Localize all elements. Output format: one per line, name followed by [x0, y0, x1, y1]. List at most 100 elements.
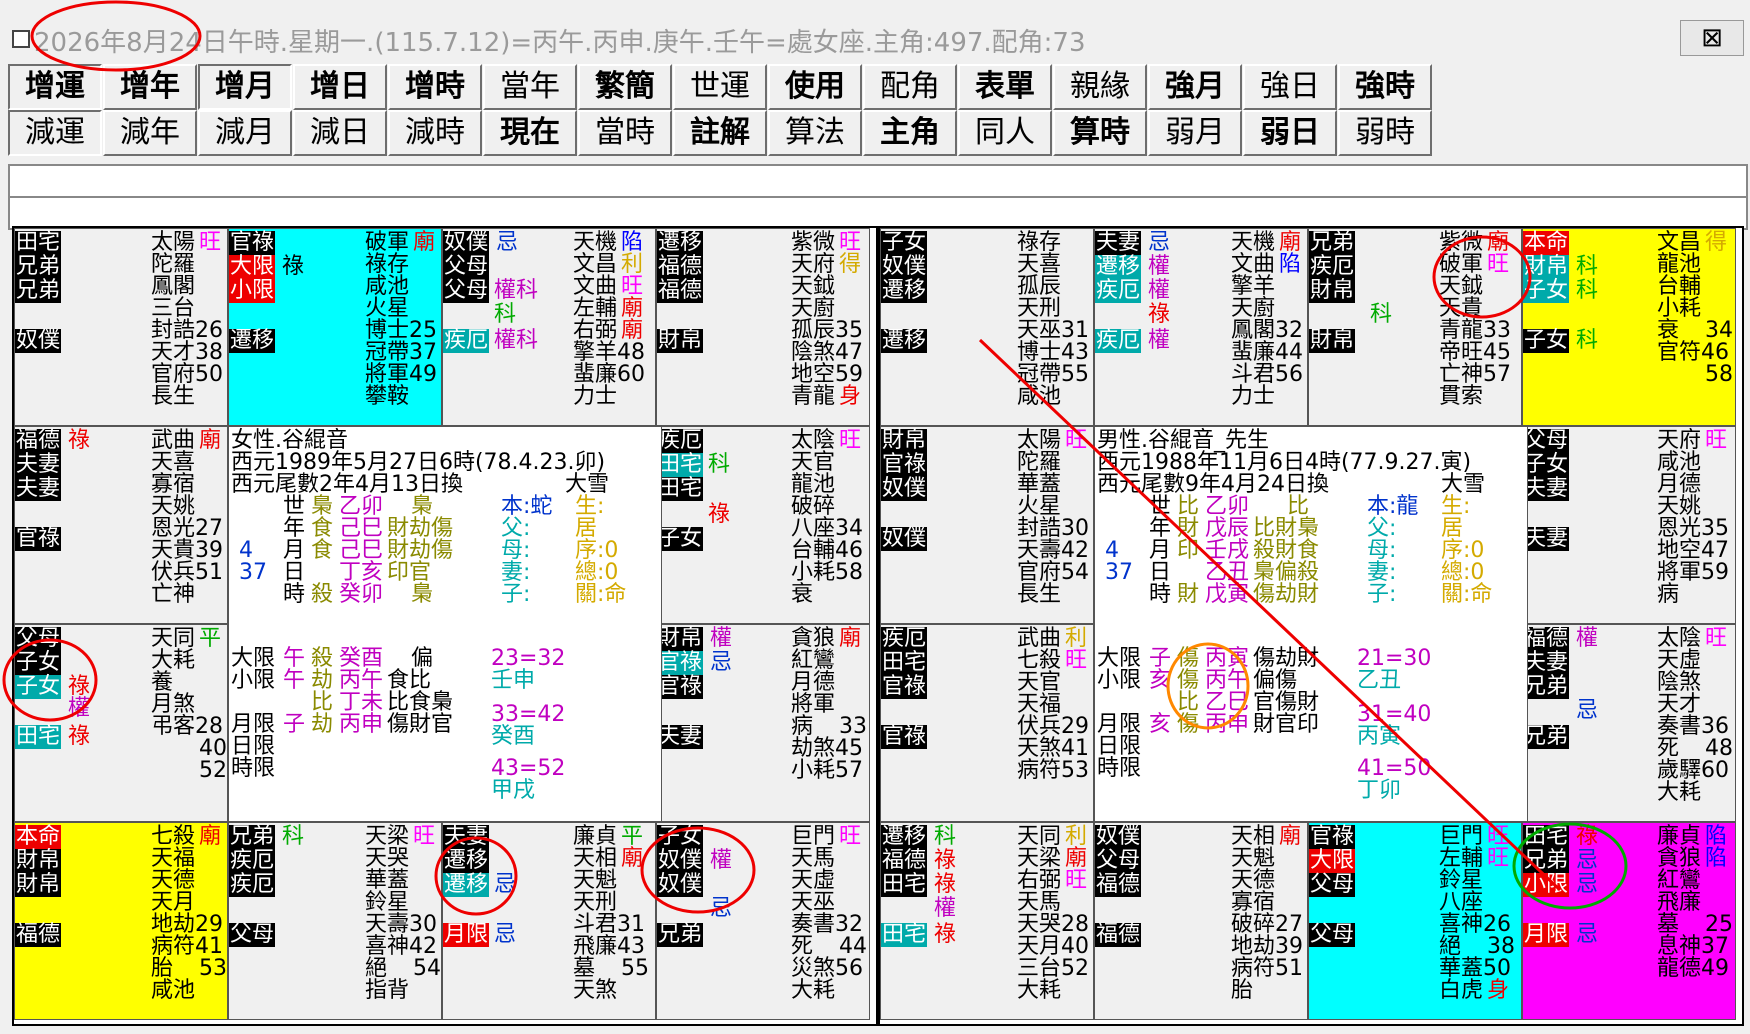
- palace-label: 夫妻: [1523, 526, 1570, 551]
- toolbar-button[interactable]: 算時: [1053, 110, 1147, 156]
- palace-cell[interactable]: 本命 財帛科子女科子女科文昌得龍池 台輔 小耗衰 34 官符46 58: [1522, 228, 1736, 426]
- palace-label: 財帛: [15, 848, 62, 873]
- palace-cell[interactable]: 疾厄 田宅 官祿 官祿 武曲利七殺旺天官 天福 伏兵29 天煞41 病符53: [880, 624, 1094, 822]
- toolbar-button[interactable]: 增年: [103, 64, 197, 110]
- toolbar-button[interactable]: 增月: [198, 64, 292, 110]
- center-text: 時限: [231, 756, 276, 781]
- palace-cell[interactable]: 遷移 福德 福德 財帛 紫微旺天府得天鉞 天廚 孤辰35 陰煞47 地空59 青龍身: [656, 228, 870, 426]
- palace-cell[interactable]: 兄弟 疾厄 財帛科財帛 紫微廟破軍旺天鉞 天貴 青龍33 帝旺45 亡神57 貫索: [1308, 228, 1522, 426]
- palace-cell[interactable]: 本命 財帛 財帛 福德 七殺廟天福 天德 天月 地劫29 病符41 胎 53 咸池: [14, 822, 228, 1020]
- palace-cell[interactable]: 官祿 大限 父母 父母 巨門旺左輔旺鈴星 八座 喜神26 絕 38 華蓋50 白虎身: [1308, 822, 1522, 1020]
- toolbar-button[interactable]: 世運: [673, 64, 767, 110]
- center-text: 午: [283, 668, 306, 693]
- palace-cell[interactable]: 田宅祿兄弟忌小限忌月限忌廉貞陷貪狼陷紅鸞 飛廉墓 25 息神37 龍德49: [1522, 822, 1736, 1020]
- palace-cell[interactable]: 田宅 兄弟 兄弟 奴僕 太陽旺陀羅 鳳閣 三台 封誥26 天才38 官府50 長生: [14, 228, 228, 426]
- toolbar-button[interactable]: 現在: [483, 110, 577, 156]
- toolbar-button[interactable]: 弱時: [1338, 110, 1432, 156]
- toolbar-button[interactable]: 減年: [103, 110, 197, 156]
- toolbar-button[interactable]: 當時: [578, 110, 672, 156]
- toolbar-button[interactable]: 使用: [768, 64, 862, 110]
- palace-label: 官祿: [657, 650, 704, 675]
- toolbar-button[interactable]: 減日: [293, 110, 387, 156]
- star-label: 旺: [1705, 428, 1728, 453]
- star-label: 小耗57: [791, 758, 863, 783]
- palace-cell[interactable]: 福德祿夫妻 夫妻 官祿 武曲廟天喜 寡宿 天姚 恩光27 天貴39 伏兵51 亡神: [14, 426, 228, 624]
- toolbar-button[interactable]: 當年: [483, 64, 577, 110]
- palace-label: 奴僕: [657, 872, 704, 897]
- palace-label: 忌: [710, 896, 733, 921]
- chart-center-info: 女性.谷緄音 西元1989年5月27日6時(78.4.23.卯) 西元尾數2年4月1…: [228, 426, 662, 822]
- toolbar-button[interactable]: 註解: [673, 110, 767, 156]
- palace-cell[interactable]: 奴僕 父母 福德 福德 天相廟天魁 天德 寡宿 破碎27 地劫39 病符51 胎: [1094, 822, 1308, 1020]
- palace-label: 夫妻: [15, 452, 62, 477]
- toolbar-button[interactable]: 算法: [768, 110, 862, 156]
- palace-label: 父母: [15, 626, 62, 651]
- toolbar-button[interactable]: 強時: [1338, 64, 1432, 110]
- toolbar-button[interactable]: 強月: [1148, 64, 1242, 110]
- palace-label: 疾厄: [1095, 278, 1142, 303]
- palace-cell[interactable]: 官祿 大限祿小限 遷移 破軍廟祿存 咸池 火星 博士25 冠帶37 將軍49 攀鞍: [228, 228, 442, 426]
- center-text: 子: [283, 712, 306, 737]
- toolbar-button[interactable]: 增時: [388, 64, 482, 110]
- palace-label: 遷移: [881, 278, 928, 303]
- palace-cell[interactable]: 財帛 官祿 奴僕 奴僕 太陽旺陀羅 華蓋 火星 封誥30 天壽42 官府54 長生: [880, 426, 1094, 624]
- palace-cell[interactable]: 子女 奴僕 遷移 遷移 祿存 天喜 孤辰 天刑 天巫31 博士43 冠帶55 咸池: [880, 228, 1094, 426]
- toolbar-button[interactable]: 親緣: [1053, 64, 1147, 110]
- toolbar-button[interactable]: 弱月: [1148, 110, 1242, 156]
- palace-cell[interactable]: 奴僕忌父母 父母 權科科疾厄 權科 天機陷文昌利文曲旺左輔廟右弼廟擎羊48 蜚廉60 力士: [442, 228, 656, 426]
- star-label: 長生: [1017, 582, 1062, 607]
- toolbar-button[interactable]: 表單: [958, 64, 1052, 110]
- palace-cell[interactable]: 夫妻 遷移 遷移忌月限忌廉貞平天相廟天魁 天刑 斗君31 飛廉43 墓 55 天煞: [442, 822, 656, 1020]
- toolbar-button[interactable]: 同人: [958, 110, 1052, 156]
- center-text: 梟: [411, 582, 434, 607]
- palace-cell[interactable]: 夫妻忌遷移權疾厄權祿疾厄權天機廟文曲陷擎羊 天廚 鳳閣32 蜚廉44 斗君56 力士: [1094, 228, 1308, 426]
- palace-label: 福德: [1095, 922, 1142, 947]
- palace-label: 兄弟: [1523, 674, 1570, 699]
- palace-label: 田宅: [881, 922, 928, 947]
- palace-label: 子女: [1523, 328, 1570, 353]
- toolbar-button[interactable]: 主角: [863, 110, 957, 156]
- palace-label: 福德: [881, 848, 928, 873]
- center-text: 劫: [311, 712, 334, 737]
- palace-label: 月限: [1523, 922, 1570, 947]
- palace-cell[interactable]: 財帛權官祿忌官祿 夫妻 貪狼廟紅鸞 月德 將軍病 33 劫煞45 小耗57: [656, 624, 870, 822]
- toolbar-button[interactable]: 增日: [293, 64, 387, 110]
- palace-cell[interactable]: 兄弟科疾厄 疾厄 父母 天梁旺天哭 華蓋 鈴星 天壽30 喜神42 絕 54 指背: [228, 822, 442, 1020]
- palace-label: 父母: [443, 254, 490, 279]
- palace-cell[interactable]: 疾厄 田宅科田宅祿子女 太陰旺天官 龍池 破碎 八座34 台輔46 小耗58 衰: [656, 426, 870, 624]
- palace-label: 奴僕: [15, 328, 62, 353]
- palace-label: 祿: [708, 502, 731, 527]
- close-button[interactable]: ⊠: [1680, 20, 1744, 56]
- toolbar-button[interactable]: 配角: [863, 64, 957, 110]
- star-label: 大耗: [791, 978, 836, 1003]
- palace-label: 子女: [657, 824, 704, 849]
- center-text: 時: [1149, 582, 1172, 607]
- star-label: 白虎: [1439, 978, 1484, 1003]
- palace-label: 奴僕: [443, 230, 490, 255]
- toolbar-button[interactable]: 繁簡: [578, 64, 672, 110]
- palace-label: 奴僕: [1095, 824, 1142, 849]
- toolbar-button[interactable]: 減運: [8, 110, 102, 156]
- toolbar-button[interactable]: 減月: [198, 110, 292, 156]
- input-line-1[interactable]: [8, 164, 1748, 198]
- toolbar-button[interactable]: 減時: [388, 110, 482, 156]
- palace-label: 父母: [443, 278, 490, 303]
- palace-label: 科: [494, 302, 517, 327]
- palace-cell[interactable]: 福德權夫妻 兄弟忌兄弟 太陰旺天虛 陰煞 天才 奏書36 死 48 歲驛60 大耗: [1522, 624, 1736, 822]
- chart-center-info: 男性.谷緄音_先生 西元1988年11月6日4時(77.9.27.寅) 西元尾數9年…: [1094, 426, 1528, 822]
- palace-label: 官祿: [229, 230, 276, 255]
- palace-label: 兄弟: [1523, 848, 1570, 873]
- palace-cell[interactable]: 父母 子女 夫妻 夫妻 天府旺咸池 月德 天姚 恩光35 地空47 將軍59 病: [1522, 426, 1736, 624]
- toolbar-button[interactable]: 增運: [8, 64, 102, 110]
- palace-label: 忌: [1576, 872, 1599, 897]
- star-label: 旺: [1705, 626, 1728, 651]
- palace-cell[interactable]: 遷移科福德祿田宅祿權田宅祿天同利天梁廟右弼旺天馬 天哭28 天月40 三台52 大耗: [880, 822, 1094, 1020]
- toolbar-button[interactable]: 弱日: [1243, 110, 1337, 156]
- toolbar-button[interactable]: 強日: [1243, 64, 1337, 110]
- star-label: 廟: [1279, 824, 1302, 849]
- palace-cell[interactable]: 子女 奴僕權奴僕忌兄弟 巨門旺天馬 天虛 天巫 奏書32 死 44 災煞56 大耗: [656, 822, 870, 1020]
- palace-cell[interactable]: 父母 子女 子女祿權田宅祿天同平大耗養月煞 弔客28 40 52: [14, 624, 228, 822]
- palace-label: 兄弟: [1523, 724, 1570, 749]
- input-line-2[interactable]: [8, 196, 1748, 230]
- palace-label: 夫妻: [1523, 476, 1570, 501]
